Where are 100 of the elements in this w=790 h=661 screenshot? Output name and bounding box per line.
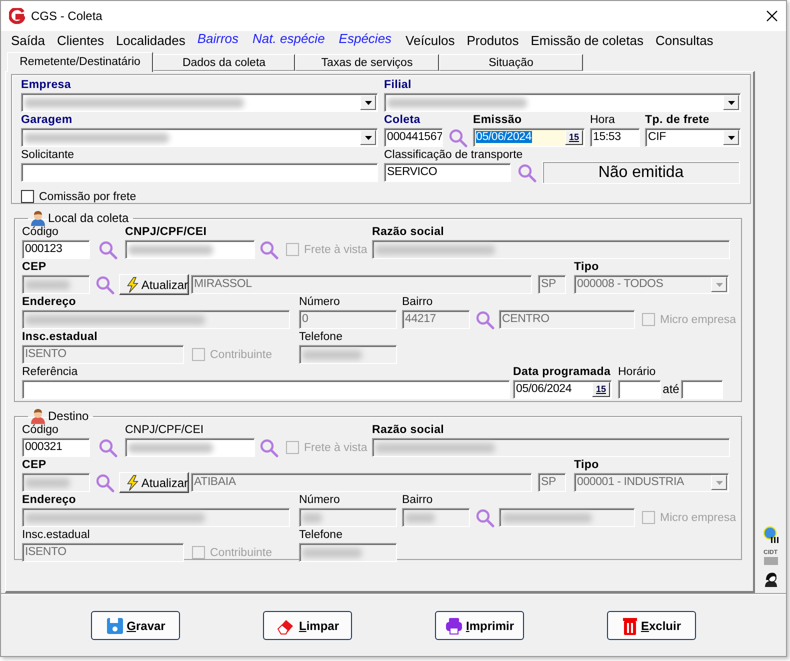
update-button[interactable]: Atualizar	[119, 274, 189, 295]
checkbox-label: Micro empresa	[660, 314, 736, 326]
range-label: até	[662, 381, 680, 398]
search-icon[interactable]	[94, 472, 114, 492]
input-field[interactable]: 000123	[22, 240, 90, 259]
window-title: CGS - Coleta	[31, 9, 104, 23]
field-label: Garagem	[21, 113, 72, 128]
checkbox[interactable]	[21, 190, 34, 203]
input-field[interactable]	[22, 380, 510, 399]
field-label: Código	[22, 225, 58, 240]
dropdown-button[interactable]	[360, 130, 376, 145]
field-label: Bairro	[402, 493, 433, 508]
calendar-button[interactable]: 15	[592, 382, 610, 397]
checkbox-label: Frete à vista	[304, 244, 368, 256]
field-label: Endereço	[22, 493, 76, 508]
field-label: Insc.estadual	[22, 330, 98, 345]
search-icon[interactable]	[448, 128, 468, 148]
search-icon[interactable]	[474, 310, 494, 330]
update-button[interactable]: Atualizar	[119, 472, 189, 493]
field-label: Tp. de frete	[645, 113, 710, 128]
field-label: Empresa	[21, 78, 71, 93]
search-icon[interactable]	[516, 162, 536, 182]
search-icon[interactable]	[98, 240, 118, 260]
search-icon[interactable]	[259, 438, 279, 458]
caret-icon	[716, 282, 722, 286]
caret-icon	[364, 100, 372, 104]
field-label: Endereço	[22, 295, 76, 310]
status-label: Não emitida	[542, 161, 740, 184]
trash-icon	[622, 616, 638, 636]
group-title: Local da coleta	[48, 211, 129, 225]
menu-item[interactable]: Veículos	[406, 33, 455, 48]
dropdown-button[interactable]	[723, 95, 739, 110]
group-title: Destino	[48, 409, 89, 423]
checkbox-label: Micro empresa	[660, 512, 736, 524]
tab[interactable]: Dados da coleta	[153, 54, 295, 71]
caret-icon	[364, 136, 372, 140]
input-field[interactable]: 05/06/2024 15	[473, 128, 585, 147]
field-label: Horário	[618, 365, 656, 380]
input-field[interactable]: 15:53	[590, 128, 640, 147]
blurred-value	[25, 280, 70, 290]
input-field[interactable]	[125, 438, 255, 457]
menu-item[interactable]: Espécies	[338, 31, 392, 46]
menu-item[interactable]: Nat. espécie	[252, 31, 325, 46]
search-icon[interactable]	[474, 508, 494, 528]
search-icon[interactable]	[259, 240, 279, 260]
menu-item[interactable]: Consultas	[655, 33, 714, 48]
menu-item[interactable]: Saída	[11, 33, 45, 48]
menu-item[interactable]: Produtos	[466, 33, 519, 48]
print-button[interactable]: Imprimir	[435, 611, 524, 640]
caret-icon	[728, 136, 734, 140]
globe-barcode-icon[interactable]	[762, 526, 780, 544]
person-icon	[30, 408, 46, 424]
caret-icon	[716, 480, 722, 484]
input-field[interactable]	[125, 240, 255, 259]
menu-item[interactable]: Emissão de coletas	[530, 33, 644, 48]
tab[interactable]: Situação	[439, 54, 583, 71]
field-label: Insc.estadual	[22, 528, 90, 543]
tab[interactable]: Taxas de serviços	[295, 54, 439, 71]
lightning-icon	[126, 474, 140, 492]
menu-item[interactable]: Localidades	[116, 33, 186, 48]
delete-button[interactable]: Excluir	[607, 611, 696, 640]
field-label: Filial	[384, 78, 412, 93]
field-label: Número	[299, 493, 340, 508]
search-icon[interactable]	[98, 438, 118, 458]
field-label: Hora	[590, 113, 615, 128]
search-icon[interactable]	[94, 274, 114, 294]
menu-item[interactable]: Clientes	[56, 33, 104, 48]
field-label: Telefone	[299, 330, 342, 345]
input-field[interactable]	[681, 380, 723, 399]
close-icon[interactable]	[766, 10, 778, 22]
dropdown-button[interactable]	[360, 95, 376, 110]
field-label: CNPJ/CPF/CEI	[125, 423, 204, 438]
menu-item[interactable]: Bairros	[197, 31, 239, 46]
field-label: Solicitante	[21, 148, 74, 163]
dropdown-field[interactable]: CIF	[645, 128, 741, 147]
dropdown-field[interactable]	[21, 128, 378, 147]
logo-icon	[9, 8, 25, 24]
person-icon[interactable]	[762, 571, 778, 587]
dropdown-button[interactable]	[723, 130, 739, 145]
blurred-value	[302, 548, 362, 558]
input-field[interactable]: 05/06/2024 15	[513, 380, 612, 399]
clear-button[interactable]: Limpar	[263, 611, 352, 640]
field-label: Coleta	[384, 113, 420, 128]
checkbox-label: Comissão por frete	[39, 190, 136, 202]
field-label: Classificação de transporte	[384, 148, 523, 163]
input-field[interactable]	[618, 380, 661, 399]
field-label: Emissão	[473, 113, 522, 128]
dropdown-field[interactable]	[384, 93, 741, 112]
blurred-value	[25, 478, 70, 488]
field-label: Razão social	[372, 423, 444, 438]
input-field[interactable]: SERVICO	[384, 163, 511, 182]
input-field[interactable]: 000441567	[384, 128, 443, 147]
tab[interactable]: Remetente/Destinatário	[7, 52, 153, 72]
calendar-button[interactable]: 15	[565, 130, 583, 145]
field-label: Telefone	[299, 528, 342, 543]
input-field[interactable]: 000321	[22, 438, 90, 457]
field-label: CNPJ/CPF/CEI	[125, 225, 207, 240]
save-button[interactable]: Gravar	[91, 611, 180, 640]
dropdown-field[interactable]	[21, 93, 378, 112]
input-field[interactable]	[21, 163, 378, 182]
